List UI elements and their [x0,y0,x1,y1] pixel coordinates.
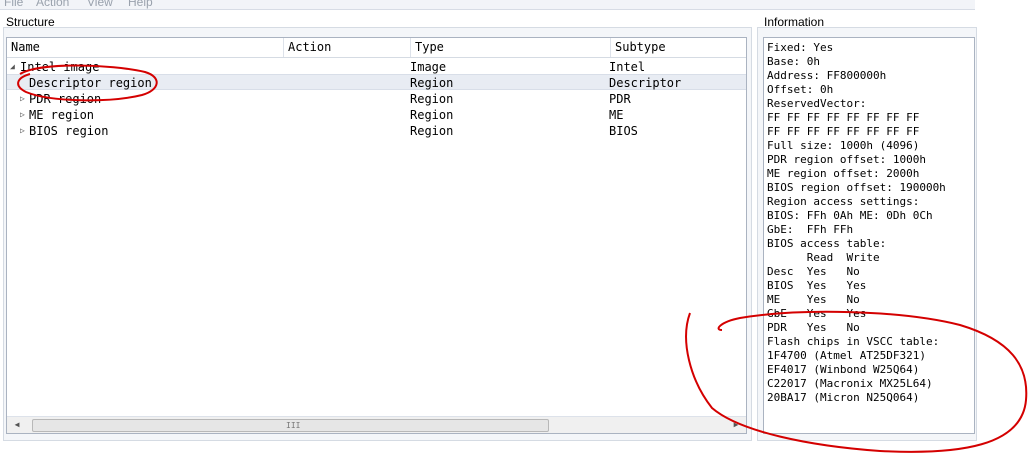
scroll-left-icon[interactable]: ◀ [9,417,25,433]
row-type: Region [410,124,454,138]
column-action[interactable]: Action [284,38,411,57]
info-line: Desc Yes No [767,265,860,278]
row-name: PDR region [29,92,102,106]
info-line: BIOS Yes Yes [767,279,867,292]
info-line: GbE Yes Yes [767,307,867,320]
row-name: Descriptor region [29,76,152,90]
row-name: Intel image [20,60,100,74]
tree-row-me-region[interactable]: ▷ ME region Region ME [7,107,746,123]
row-subtype: ME [609,108,624,122]
row-type: Region [410,108,454,122]
info-line: EF4017 (Winbond W25Q64) [767,363,920,376]
row-name: BIOS region [29,124,109,138]
collapsed-triangle-icon[interactable]: ▷ [20,123,25,139]
info-line: BIOS: FFh 0Ah ME: 0Dh 0Ch [767,209,933,222]
menu-help[interactable]: Help [128,0,153,9]
row-type: Region [410,92,454,106]
info-line: ME Yes No [767,293,860,306]
menu-action[interactable]: Action [36,0,69,9]
info-line: 1F4700 (Atmel AT25DF321) [767,349,926,362]
column-type[interactable]: Type [411,38,611,57]
row-type: Image [410,60,447,74]
row-name: ME region [29,108,95,122]
row-subtype: Intel [609,60,646,74]
info-line: Flash chips in VSCC table: [767,335,940,348]
info-line: Offset: 0h [767,83,834,96]
tree-header: Name Action Type Subtype [7,38,746,58]
column-name[interactable]: Name [7,38,284,57]
tree-row-bios-region[interactable]: ▷ BIOS region Region BIOS [7,123,746,139]
structure-tree[interactable]: Name Action Type Subtype ◢ Intel image I… [6,37,747,434]
tree-row-descriptor-region[interactable]: Descriptor region Region Descriptor [7,74,746,90]
information-panel: Fixed: Yes Base: 0h Address: FF800000h O… [763,37,975,434]
scrollbar-grip: III [286,421,301,430]
info-line: PDR region offset: 1000h [767,153,926,166]
info-line: BIOS access table: [767,237,887,250]
horizontal-scrollbar[interactable]: ◀ III ▶ [7,416,746,433]
collapsed-triangle-icon[interactable]: ▷ [20,107,25,123]
menu-bar: File Action View Help [0,0,975,10]
expanded-triangle-icon[interactable]: ◢ [10,59,15,75]
column-subtype[interactable]: Subtype [611,38,746,57]
tree-row-pdr-region[interactable]: ▷ PDR region Region PDR [7,91,746,107]
info-line: ReservedVector: [767,97,867,110]
row-subtype: PDR [609,92,631,106]
info-line: 20BA17 (Micron N25Q064) [767,391,920,404]
info-line: FF FF FF FF FF FF FF FF [767,125,920,138]
scrollbar-thumb[interactable]: III [32,419,549,432]
info-line: Base: 0h [767,55,820,68]
info-line: ME region offset: 2000h [767,167,920,180]
scroll-right-icon[interactable]: ▶ [728,417,744,433]
structure-label: Structure [6,15,55,29]
info-line: Address: FF800000h [767,69,887,82]
info-line: PDR Yes No [767,321,860,334]
info-line: Fixed: Yes [767,41,834,54]
info-line: GbE: FFh FFh [767,223,854,236]
collapsed-triangle-icon[interactable]: ▷ [20,91,25,107]
menu-file[interactable]: File [4,0,23,9]
row-type: Region [410,76,454,90]
row-subtype: Descriptor [609,76,682,90]
info-line: Full size: 1000h (4096) [767,139,920,152]
info-line: FF FF FF FF FF FF FF FF [767,111,920,124]
tree-row-intel-image[interactable]: ◢ Intel image Image Intel [7,59,746,75]
info-line: BIOS region offset: 190000h [767,181,946,194]
row-subtype: BIOS [609,124,638,138]
menu-view[interactable]: View [87,0,113,9]
info-line: Read Write [767,251,880,264]
info-line: Region access settings: [767,195,920,208]
information-label: Information [764,15,825,29]
info-line: C22017 (Macronix MX25L64) [767,377,933,390]
